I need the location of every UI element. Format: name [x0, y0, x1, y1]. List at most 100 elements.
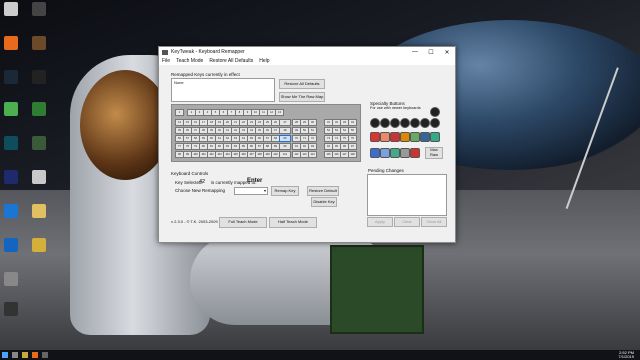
menu-file[interactable]: File — [162, 58, 170, 64]
specialty-media-button[interactable] — [390, 132, 400, 142]
keyboard-key[interactable]: 72 — [308, 135, 317, 142]
keyboard-key[interactable]: 27 — [279, 119, 291, 126]
choose-remapping-label: Choose New Remapping — [175, 188, 226, 193]
specialty-media-button[interactable] — [420, 132, 430, 142]
choose-remapping-dropdown[interactable]: ▾ — [234, 187, 268, 195]
specialty-media-button[interactable] — [380, 132, 390, 142]
desktop-icon[interactable] — [30, 136, 48, 151]
specialty-app-button[interactable] — [370, 148, 380, 158]
specialty-key-button[interactable] — [390, 118, 400, 128]
keyboard-key[interactable]: 55 — [348, 127, 357, 134]
desktop-icon[interactable] — [2, 136, 20, 151]
keyboard-key[interactable]: 13 — [275, 109, 284, 116]
specialty-key-button[interactable] — [370, 118, 380, 128]
desktop-app-icon — [32, 136, 46, 150]
clear-button[interactable]: Clear — [394, 217, 420, 227]
desktop-app-icon — [32, 70, 46, 84]
desktop-icon[interactable] — [2, 170, 20, 185]
specialty-key-button[interactable] — [400, 118, 410, 128]
specialty-media-button[interactable] — [430, 132, 440, 142]
menu-teach-mode[interactable]: Teach Mode — [176, 58, 203, 64]
specialty-key-button[interactable] — [410, 118, 420, 128]
apply-button[interactable]: Apply — [367, 217, 393, 227]
specialty-key-button[interactable] — [420, 118, 430, 128]
half-teach-mode-button[interactable]: Half Teach Mode — [269, 217, 317, 228]
menu-restore-all-defaults[interactable]: Restore All Defaults — [209, 58, 253, 64]
keyboard-key[interactable]: 76 — [348, 135, 357, 142]
taskbar: 2:52 PM 7/1/2019 — [0, 350, 640, 360]
desktop-app-icon — [4, 136, 18, 150]
desktop-icon[interactable] — [30, 170, 48, 185]
desktop-app-icon — [4, 170, 18, 184]
desktop-icon[interactable] — [2, 2, 20, 17]
minimize-button[interactable]: — — [407, 49, 423, 56]
desktop-icon[interactable] — [2, 204, 20, 219]
desktop-icon[interactable] — [2, 272, 20, 287]
keyboard-key[interactable]: 114 — [308, 151, 317, 158]
desktop-app-icon — [32, 36, 46, 50]
specialty-app-button[interactable] — [410, 148, 420, 158]
specialty-key-button[interactable] — [430, 107, 440, 117]
desktop-app-icon — [32, 204, 46, 218]
keytweak-window: KeyTweak - Keyboard Remapper — ☐ ✕ File … — [158, 46, 456, 243]
desktop-icon[interactable] — [2, 36, 20, 51]
desktop-icon[interactable] — [30, 2, 48, 17]
keyboard-key[interactable]: 90 — [279, 143, 291, 150]
desktop-app-icon — [4, 102, 18, 116]
desktop-icon[interactable] — [30, 70, 48, 85]
firefox-icon[interactable] — [32, 352, 38, 358]
full-teach-mode-button[interactable]: Full Teach Mode — [219, 217, 267, 228]
desktop-icon[interactable] — [2, 302, 20, 317]
restore-all-defaults-button[interactable]: Restore All Defaults — [279, 79, 325, 89]
remapped-keys-list[interactable]: None — [171, 78, 275, 102]
specialty-media-button[interactable] — [370, 132, 380, 142]
remapped-keys-label: Remapped Keys currently in effect — [171, 72, 240, 77]
keyboard-key[interactable]: 51 — [308, 127, 317, 134]
desktop-app-icon — [32, 238, 46, 252]
close-button[interactable]: ✕ — [439, 49, 455, 56]
specialty-media-button[interactable] — [400, 132, 410, 142]
desktop-icon[interactable] — [2, 70, 20, 85]
disable-key-button[interactable]: Disable Key — [311, 197, 337, 207]
keyboard-key[interactable]: 93 — [308, 143, 317, 150]
windows-start-icon[interactable] — [2, 352, 8, 358]
keyboard-key[interactable]: 111 — [279, 151, 291, 158]
maximize-button[interactable]: ☐ — [423, 49, 439, 56]
keyboard-key[interactable]: 30 — [308, 119, 317, 126]
specialty-app-button[interactable] — [390, 148, 400, 158]
keyboard-key[interactable]: 118 — [348, 151, 357, 158]
desktop-icon[interactable] — [2, 238, 20, 253]
desktop-icon[interactable] — [30, 102, 48, 117]
menu-help[interactable]: Help — [259, 58, 269, 64]
keyboard-key[interactable]: 97 — [348, 143, 357, 150]
virtual-keyboard: 1 2 3 4 5 6 7 8 9 10 11 12 13 14 15 16 17 18 19 20 21 22 23 24 2… — [171, 104, 361, 162]
keyboard-key[interactable]: 1 — [175, 109, 184, 116]
specialty-media-button[interactable] — [410, 132, 420, 142]
desktop-app-icon — [32, 2, 46, 16]
desktop-icon[interactable] — [2, 102, 20, 117]
keyboard-key[interactable]: 48 — [279, 127, 291, 134]
clear-all-button[interactable]: Clear All — [421, 217, 447, 227]
specialty-app-button[interactable] — [380, 148, 390, 158]
specialty-key-button[interactable] — [430, 118, 440, 128]
restore-default-button[interactable]: Restore Default — [307, 186, 339, 196]
desktop-app-icon — [4, 204, 18, 218]
system-clock[interactable]: 2:52 PM 7/1/2019 — [618, 351, 634, 359]
max-raw-button[interactable]: Max Raw — [425, 147, 443, 159]
file-explorer-icon[interactable] — [22, 352, 28, 358]
menu-bar: File Teach Mode Restore All Defaults Hel… — [159, 57, 455, 65]
specialty-app-button[interactable] — [400, 148, 410, 158]
search-icon[interactable] — [12, 352, 18, 358]
specialty-key-button[interactable] — [380, 118, 390, 128]
keyboard-controls-label: Keyboard Controls — [171, 171, 209, 176]
desktop-icon[interactable] — [30, 238, 48, 253]
desktop-icon[interactable] — [30, 204, 48, 219]
keyboard-key[interactable]: 34 — [348, 119, 357, 126]
desktop-app-icon — [4, 238, 18, 252]
remap-key-button[interactable]: Remap Key — [271, 186, 299, 196]
keytweak-taskbar-icon[interactable] — [42, 352, 48, 358]
desktop-icon[interactable] — [30, 36, 48, 51]
show-raw-map-button[interactable]: Show Me The Raw Map — [279, 92, 325, 102]
pending-changes-list[interactable] — [367, 174, 447, 216]
keyboard-key[interactable]: 69 — [279, 135, 291, 142]
